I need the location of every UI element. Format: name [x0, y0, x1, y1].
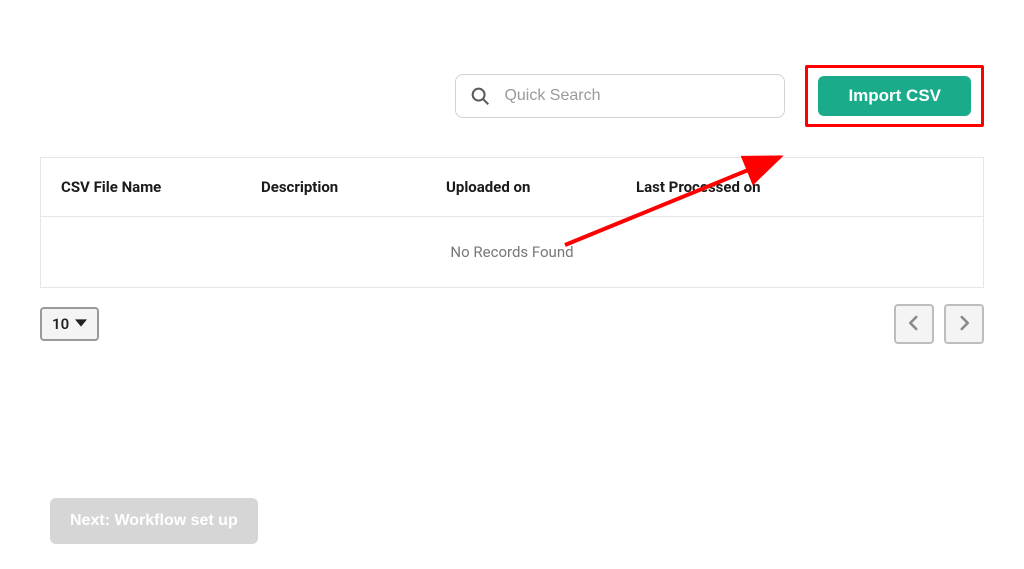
import-highlight-box: Import CSV: [805, 65, 984, 127]
search-input[interactable]: [455, 74, 785, 118]
column-processed: Last Processed on: [636, 178, 963, 196]
search-icon: [469, 85, 491, 107]
table-header-row: CSV File Name Description Uploaded on La…: [41, 158, 983, 217]
pager: [894, 304, 984, 344]
import-csv-button[interactable]: Import CSV: [818, 76, 971, 116]
page-size-value: 10: [52, 315, 69, 333]
chevron-right-icon: [955, 314, 973, 335]
next-page-button[interactable]: [944, 304, 984, 344]
table-footer: 10: [40, 304, 984, 344]
prev-page-button[interactable]: [894, 304, 934, 344]
column-file-name: CSV File Name: [61, 178, 261, 196]
caret-down-icon: [75, 315, 87, 333]
top-toolbar: Import CSV: [0, 65, 1024, 127]
page-size-select[interactable]: 10: [40, 307, 99, 341]
search-container: [455, 74, 785, 118]
empty-state-message: No Records Found: [41, 217, 983, 287]
next-workflow-button[interactable]: Next: Workflow set up: [50, 498, 258, 544]
chevron-left-icon: [905, 314, 923, 335]
column-uploaded: Uploaded on: [446, 178, 636, 196]
csv-table: CSV File Name Description Uploaded on La…: [40, 157, 984, 288]
column-description: Description: [261, 178, 446, 196]
